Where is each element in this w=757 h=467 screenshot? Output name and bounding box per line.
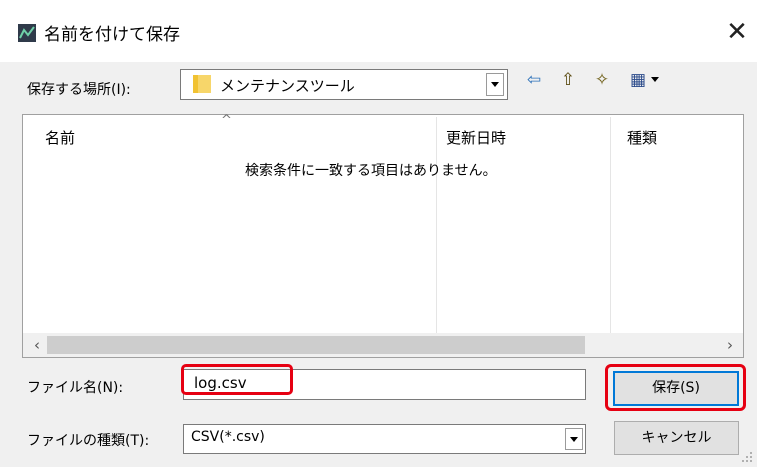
new-folder-icon[interactable]: ✧ bbox=[590, 68, 614, 92]
dialog-title: 名前を付けて保存 bbox=[44, 25, 180, 45]
column-header-modified[interactable]: 更新日時 bbox=[446, 127, 506, 148]
file-list[interactable] bbox=[22, 114, 744, 358]
column-divider bbox=[610, 117, 611, 333]
cancel-button[interactable]: キャンセル bbox=[614, 421, 739, 455]
file-type-value: CSV(*.csv) bbox=[191, 429, 265, 445]
location-value: メンテナンスツール bbox=[220, 77, 355, 95]
scroll-left-icon[interactable]: ‹ bbox=[27, 334, 47, 356]
chevron-down-icon bbox=[651, 77, 659, 82]
scroll-right-icon[interactable]: › bbox=[720, 334, 740, 356]
folder-icon bbox=[193, 75, 211, 93]
sort-ascending-icon: ^ bbox=[221, 113, 232, 128]
file-type-label: ファイルの種類(T): bbox=[27, 433, 150, 449]
app-icon bbox=[18, 24, 36, 42]
back-icon[interactable]: ⇦ bbox=[522, 68, 546, 92]
column-header-type[interactable]: 種類 bbox=[627, 127, 657, 148]
file-name-label: ファイル名(N): bbox=[27, 380, 124, 396]
scrollbar-thumb[interactable] bbox=[47, 336, 585, 354]
location-dropdown-button[interactable] bbox=[486, 73, 504, 96]
chevron-down-icon bbox=[570, 437, 578, 442]
file-type-dropdown-button[interactable] bbox=[565, 428, 583, 450]
highlight-save-button bbox=[605, 364, 746, 411]
column-header-name[interactable]: 名前 bbox=[45, 127, 75, 148]
view-menu-dropdown[interactable] bbox=[651, 77, 659, 82]
resize-grip-icon[interactable] bbox=[738, 448, 754, 464]
view-menu-icon[interactable]: ▦ bbox=[626, 68, 650, 92]
close-icon[interactable]: ✕ bbox=[723, 14, 751, 50]
chevron-down-icon bbox=[491, 82, 499, 87]
highlight-file-name bbox=[181, 364, 293, 395]
location-label: 保存する場所(I): bbox=[27, 82, 131, 98]
empty-message: 検索条件に一致する項目はありません。 bbox=[245, 163, 497, 179]
up-folder-icon[interactable]: ⇧ bbox=[556, 68, 580, 92]
column-divider bbox=[436, 117, 437, 333]
